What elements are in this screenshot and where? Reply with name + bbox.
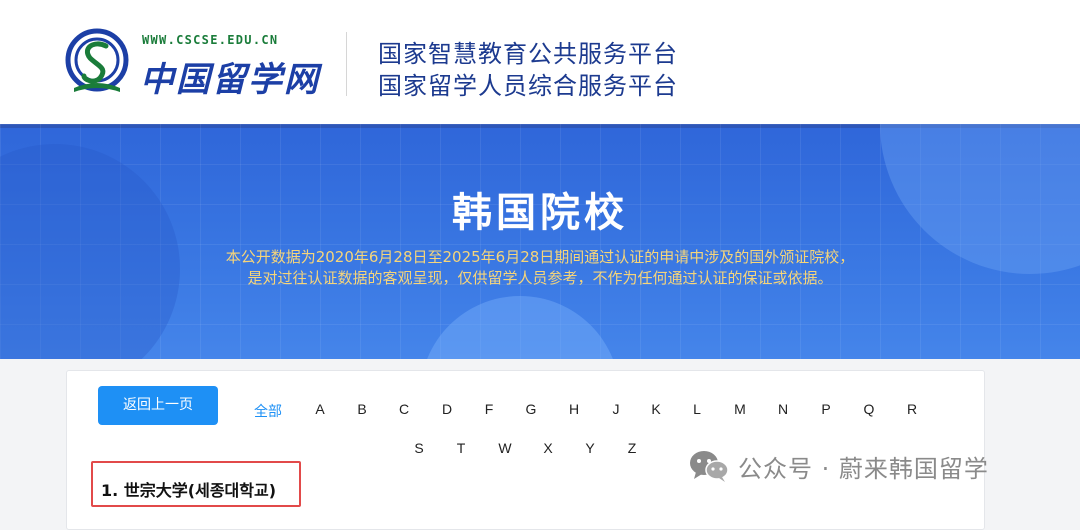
wechat-watermark: 公众号 · 蔚来韩国留学: [688, 448, 989, 484]
filter-letter-q[interactable]: Q: [859, 401, 879, 417]
tagline-secondary: 国家留学人员综合服务平台: [378, 72, 678, 100]
filter-letter-h[interactable]: H: [564, 401, 584, 417]
filter-letter-g[interactable]: G: [521, 401, 541, 417]
filter-letter-w[interactable]: W: [495, 440, 515, 456]
logo-name[interactable]: 中国留学网: [140, 52, 320, 101]
wechat-icon: [690, 451, 729, 482]
filter-letter-a[interactable]: A: [310, 401, 330, 417]
page-title: 韩国院校: [452, 190, 628, 236]
filter-letter-z[interactable]: Z: [622, 440, 642, 456]
school-name[interactable]: 1. 世宗大学(세종대학교): [101, 477, 276, 501]
watermark-text: 公众号 · 蔚来韩国留学: [738, 454, 989, 483]
filter-letter-f[interactable]: F: [479, 401, 499, 417]
tagline-primary: 国家智慧教育公共服务平台: [378, 40, 678, 68]
filter-letter-t[interactable]: T: [451, 440, 471, 456]
filter-letter-x[interactable]: X: [538, 440, 558, 456]
filter-letter-j[interactable]: J: [606, 401, 626, 417]
logo-url: WWW.CSCSE.EDU.CN: [142, 33, 279, 47]
filter-letter-d[interactable]: D: [437, 401, 457, 417]
filter-letter-l[interactable]: L: [687, 401, 707, 417]
school-list-item[interactable]: 1. 世宗大学(세종대학교): [91, 461, 301, 507]
filter-all[interactable]: 全部: [248, 401, 288, 421]
filter-letter-k[interactable]: K: [646, 401, 666, 417]
header-divider: [346, 32, 347, 96]
site-header: WWW.CSCSE.EDU.CN 中国留学网 国家智慧教育公共服务平台 国家留学…: [0, 0, 1080, 124]
filter-letter-m[interactable]: M: [730, 401, 750, 417]
filter-letter-c[interactable]: C: [394, 401, 414, 417]
filter-letter-n[interactable]: N: [773, 401, 793, 417]
filter-letter-y[interactable]: Y: [580, 440, 600, 456]
filter-letter-p[interactable]: P: [816, 401, 836, 417]
filter-letter-r[interactable]: R: [902, 401, 922, 417]
cscse-logo-icon[interactable]: [64, 26, 130, 98]
hero-banner: 韩国院校 本公开数据为2020年6月28日至2025年6月28日期间通过认证的申…: [0, 124, 1080, 359]
filter-letter-s[interactable]: S: [409, 440, 429, 456]
banner-description-line-2: 是对过往认证数据的客观呈现，仅供留学人员参考，不作为任何通过认证的保证或依据。: [247, 269, 833, 287]
filter-letter-b[interactable]: B: [352, 401, 372, 417]
back-button[interactable]: 返回上一页: [98, 386, 218, 425]
banner-description-line-1: 本公开数据为2020年6月28日至2025年6月28日期间通过认证的申请中涉及的…: [225, 248, 855, 266]
